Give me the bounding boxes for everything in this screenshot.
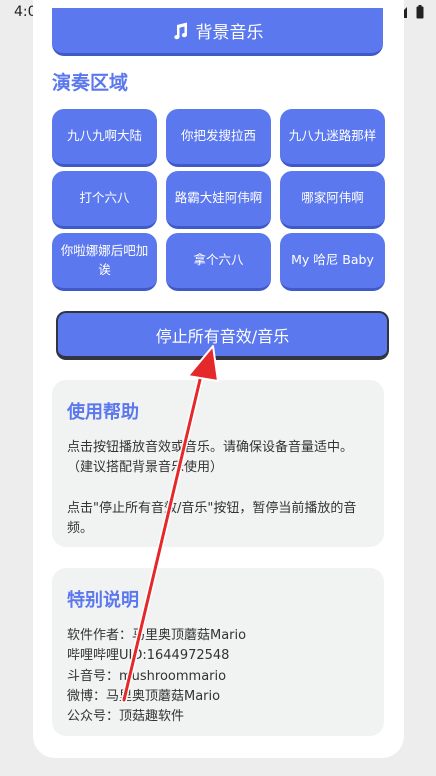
sound-button[interactable]: 拿个六八 <box>166 233 271 291</box>
stop-all-button[interactable]: 停止所有音效/音乐 <box>56 311 389 360</box>
notes-line: 斗音号：mushroommario <box>67 668 227 684</box>
play-area-title: 演奏区域 <box>52 72 129 94</box>
sound-button[interactable]: 九八九啊大陆 <box>52 109 157 167</box>
music-note-icon <box>173 22 187 39</box>
battery-icon <box>416 5 424 19</box>
sound-button-grid: 九八九啊大陆 你把发搜拉西 九八九迷路那样 打个六八 路霸大娃阿伟啊 哪家阿伟啊… <box>52 109 385 291</box>
help-title: 使用帮助 <box>67 402 139 423</box>
sound-button[interactable]: My 哈尼 Baby <box>280 233 385 291</box>
sound-button[interactable]: 你把发搜拉西 <box>166 109 271 167</box>
background-music-button[interactable]: 背景音乐 <box>52 8 383 56</box>
sound-button[interactable]: 打个六八 <box>52 171 157 229</box>
notes-card: 特别说明 软件作者：马里奥顶蘑菇Mario 哔哩哔哩UID:1644972548… <box>52 568 384 736</box>
help-card: 使用帮助 点击按钮播放音效或音乐。请确保设备音量适中。（建议搭配背景音乐使用） … <box>52 380 384 547</box>
help-text-1: 点击按钮播放音效或音乐。请确保设备音量适中。（建议搭配背景音乐使用） <box>67 440 354 476</box>
notes-line: 哔哩哔哩UID:1644972548 <box>67 648 230 664</box>
notes-line: 公众号：顶菇趣软件 <box>67 709 185 725</box>
sound-button[interactable]: 路霸大娃阿伟啊 <box>166 171 271 229</box>
sound-button[interactable]: 九八九迷路那样 <box>280 109 385 167</box>
notes-title: 特别说明 <box>67 590 139 611</box>
sound-button[interactable]: 哪家阿伟啊 <box>280 171 385 229</box>
help-text-2: 点击"停止所有音效/音乐"按钮，暂停当前播放的音频。 <box>67 501 357 537</box>
notes-line: 软件作者：马里奥顶蘑菇Mario <box>67 628 247 643</box>
background-music-label: 背景音乐 <box>195 23 264 43</box>
notes-line: 微博：马里奥顶蘑菇Mario <box>67 688 221 704</box>
sound-button[interactable]: 你啦娜娜后吧加诶 <box>52 233 157 291</box>
